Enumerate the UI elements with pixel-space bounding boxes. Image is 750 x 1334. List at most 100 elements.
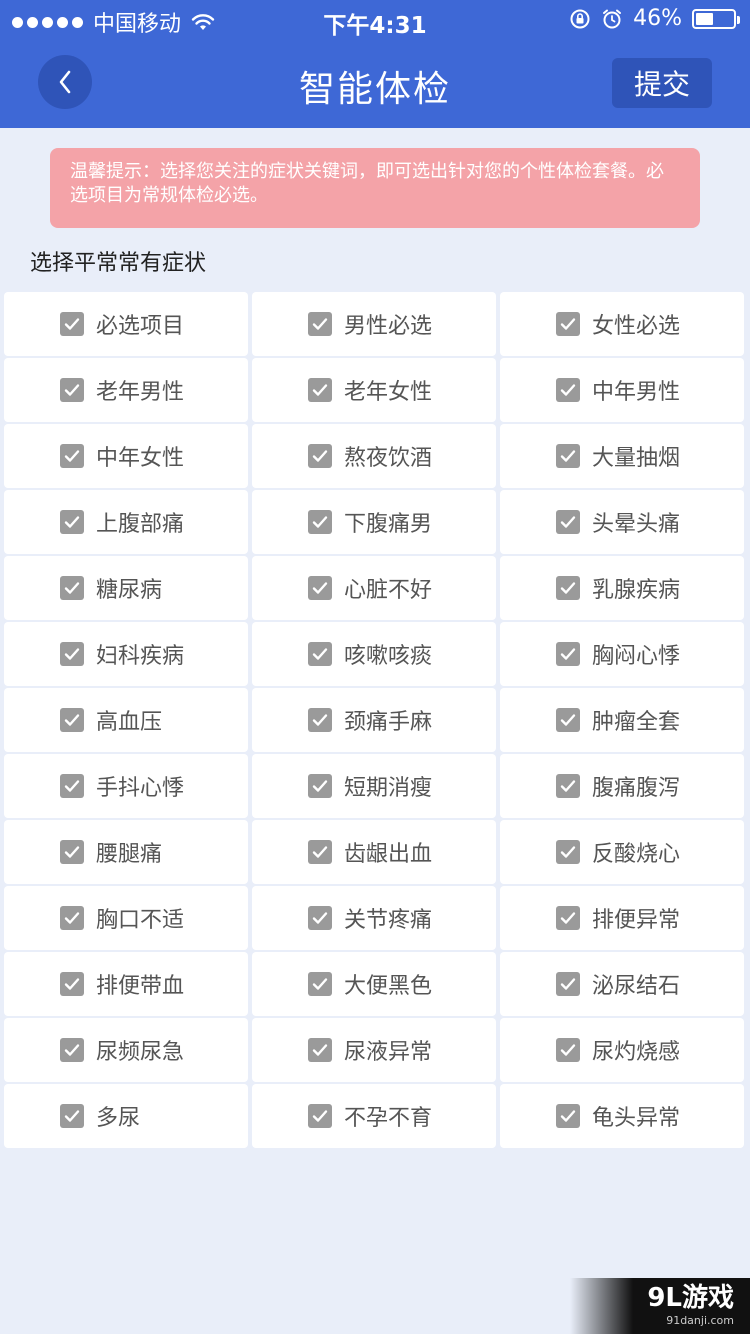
checkbox-checked-icon[interactable] — [60, 444, 84, 468]
symptom-option[interactable]: 关节疼痛 — [252, 886, 496, 950]
symptom-option[interactable]: 颈痛手麻 — [252, 688, 496, 752]
symptom-option[interactable]: 女性必选 — [500, 292, 744, 356]
watermark: 9L游戏 91danji.com — [570, 1278, 750, 1334]
symptom-option[interactable]: 尿灼烧感 — [500, 1018, 744, 1082]
symptom-option[interactable]: 排便带血 — [4, 952, 248, 1016]
checkbox-checked-icon[interactable] — [60, 840, 84, 864]
checkbox-checked-icon[interactable] — [308, 972, 332, 996]
symptom-option-label: 短期消瘦 — [344, 776, 433, 801]
symptom-option[interactable]: 大量抽烟 — [500, 424, 744, 488]
symptom-option-label: 腹痛腹泻 — [592, 776, 681, 801]
symptom-option[interactable]: 龟头异常 — [500, 1084, 744, 1148]
symptom-option[interactable]: 下腹痛男 — [252, 490, 496, 554]
checkbox-checked-icon[interactable] — [308, 774, 332, 798]
checkbox-checked-icon[interactable] — [556, 1038, 580, 1062]
checkbox-checked-icon[interactable] — [556, 576, 580, 600]
checkbox-checked-icon[interactable] — [308, 1104, 332, 1128]
symptom-option[interactable]: 排便异常 — [500, 886, 744, 950]
status-right: 46% — [569, 6, 740, 31]
symptom-option-label: 乳腺疾病 — [592, 578, 681, 603]
symptom-option[interactable]: 中年男性 — [500, 358, 744, 422]
symptom-option[interactable]: 男性必选 — [252, 292, 496, 356]
symptom-option[interactable]: 糖尿病 — [4, 556, 248, 620]
nav-bar: 智能体检 提交 — [0, 40, 750, 128]
checkbox-checked-icon[interactable] — [556, 774, 580, 798]
symptom-option[interactable]: 高血压 — [4, 688, 248, 752]
checkbox-checked-icon[interactable] — [60, 708, 84, 732]
symptom-option[interactable]: 腹痛腹泻 — [500, 754, 744, 818]
checkbox-checked-icon[interactable] — [60, 378, 84, 402]
symptom-option-label: 大量抽烟 — [592, 446, 681, 471]
symptom-option-label: 排便带血 — [96, 974, 185, 999]
checkbox-checked-icon[interactable] — [60, 1104, 84, 1128]
battery-icon — [692, 8, 740, 29]
symptom-option-label: 腰腿痛 — [96, 842, 163, 867]
symptom-option-label: 胸口不适 — [96, 908, 185, 933]
checkbox-checked-icon[interactable] — [60, 906, 84, 930]
checkbox-checked-icon[interactable] — [60, 1038, 84, 1062]
checkbox-checked-icon[interactable] — [308, 840, 332, 864]
checkbox-checked-icon[interactable] — [556, 708, 580, 732]
symptom-option[interactable]: 大便黑色 — [252, 952, 496, 1016]
checkbox-checked-icon[interactable] — [556, 444, 580, 468]
symptom-option[interactable]: 胸口不适 — [4, 886, 248, 950]
symptom-option[interactable]: 乳腺疾病 — [500, 556, 744, 620]
checkbox-checked-icon[interactable] — [308, 510, 332, 534]
checkbox-checked-icon[interactable] — [308, 708, 332, 732]
checkbox-checked-icon[interactable] — [60, 312, 84, 336]
checkbox-checked-icon[interactable] — [308, 642, 332, 666]
checkbox-checked-icon[interactable] — [556, 312, 580, 336]
symptom-option[interactable]: 心脏不好 — [252, 556, 496, 620]
submit-button[interactable]: 提交 — [612, 58, 712, 108]
checkbox-checked-icon[interactable] — [308, 906, 332, 930]
symptom-option[interactable]: 手抖心悸 — [4, 754, 248, 818]
symptom-option-label: 老年女性 — [344, 380, 433, 405]
symptom-option[interactable]: 熬夜饮酒 — [252, 424, 496, 488]
orientation-lock-icon — [570, 9, 590, 28]
checkbox-checked-icon[interactable] — [308, 312, 332, 336]
symptom-option[interactable]: 不孕不育 — [252, 1084, 496, 1148]
symptom-option[interactable]: 泌尿结石 — [500, 952, 744, 1016]
symptom-option-label: 反酸烧心 — [592, 842, 681, 867]
checkbox-checked-icon[interactable] — [308, 444, 332, 468]
battery-fill — [696, 12, 713, 25]
symptom-option[interactable]: 尿频尿急 — [4, 1018, 248, 1082]
symptom-option[interactable]: 必选项目 — [4, 292, 248, 356]
symptom-option[interactable]: 中年女性 — [4, 424, 248, 488]
symptom-option[interactable]: 上腹部痛 — [4, 490, 248, 554]
checkbox-checked-icon[interactable] — [556, 510, 580, 534]
status-bar: 中国移动 下午4:31 46% — [0, 0, 750, 40]
symptom-option[interactable]: 尿液异常 — [252, 1018, 496, 1082]
checkbox-checked-icon[interactable] — [60, 972, 84, 996]
checkbox-checked-icon[interactable] — [60, 642, 84, 666]
checkbox-checked-icon[interactable] — [556, 378, 580, 402]
symptom-option[interactable]: 腰腿痛 — [4, 820, 248, 884]
symptom-option[interactable]: 齿龈出血 — [252, 820, 496, 884]
checkbox-checked-icon[interactable] — [60, 774, 84, 798]
symptom-option[interactable]: 肿瘤全套 — [500, 688, 744, 752]
checkbox-checked-icon[interactable] — [308, 1038, 332, 1062]
symptom-option[interactable]: 反酸烧心 — [500, 820, 744, 884]
symptom-option[interactable]: 老年女性 — [252, 358, 496, 422]
symptom-option[interactable]: 短期消瘦 — [252, 754, 496, 818]
checkbox-checked-icon[interactable] — [556, 840, 580, 864]
checkbox-checked-icon[interactable] — [556, 1104, 580, 1128]
symptom-option[interactable]: 头晕头痛 — [500, 490, 744, 554]
symptom-option[interactable]: 老年男性 — [4, 358, 248, 422]
symptom-option-label: 下腹痛男 — [344, 512, 433, 537]
checkbox-checked-icon[interactable] — [60, 510, 84, 534]
checkbox-checked-icon[interactable] — [60, 576, 84, 600]
symptom-option-label: 女性必选 — [592, 314, 681, 339]
symptom-option-label: 齿龈出血 — [344, 842, 433, 867]
symptom-option-label: 咳嗽咳痰 — [344, 644, 433, 669]
symptom-option[interactable]: 胸闷心悸 — [500, 622, 744, 686]
symptom-option[interactable]: 咳嗽咳痰 — [252, 622, 496, 686]
symptom-option[interactable]: 妇科疾病 — [4, 622, 248, 686]
checkbox-checked-icon[interactable] — [308, 378, 332, 402]
tip-banner: 温馨提示：选择您关注的症状关键词，即可选出针对您的个性体检套餐。必选项目为常规体… — [50, 148, 700, 228]
checkbox-checked-icon[interactable] — [308, 576, 332, 600]
checkbox-checked-icon[interactable] — [556, 906, 580, 930]
checkbox-checked-icon[interactable] — [556, 972, 580, 996]
symptom-option[interactable]: 多尿 — [4, 1084, 248, 1148]
checkbox-checked-icon[interactable] — [556, 642, 580, 666]
